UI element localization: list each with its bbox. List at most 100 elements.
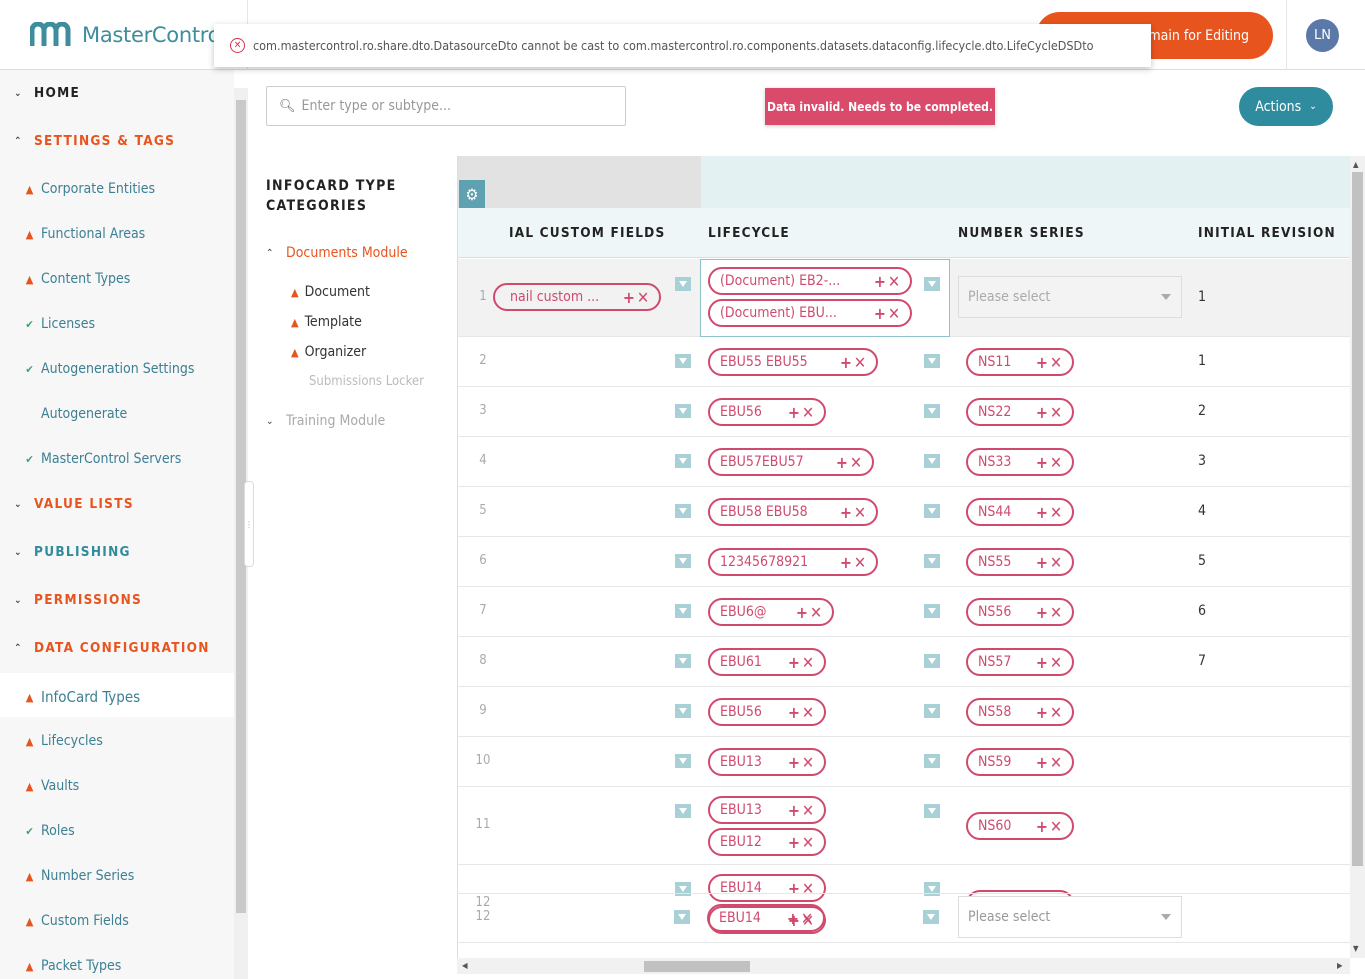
- number-series-pill[interactable]: NS33 +✕: [966, 448, 1074, 476]
- add-remove-icon[interactable]: +✕: [788, 879, 816, 898]
- lifecycle-pill[interactable]: EBU57EBU57 +✕: [708, 448, 874, 476]
- add-remove-icon[interactable]: +✕: [840, 553, 868, 572]
- dropdown-toggle[interactable]: [924, 454, 940, 468]
- dropdown-toggle[interactable]: [674, 910, 690, 924]
- sidebar-resize-handle[interactable]: ⋮: [244, 481, 254, 567]
- dropdown-toggle[interactable]: [924, 504, 940, 518]
- dropdown-toggle[interactable]: [675, 704, 691, 718]
- add-remove-icon[interactable]: +✕: [787, 909, 815, 928]
- grid-horizontal-scrollbar[interactable]: [457, 958, 1350, 974]
- table-row[interactable]: [458, 943, 1350, 958]
- sidebar-item-mastercontrol-servers[interactable]: ✔ MasterControl Servers: [24, 451, 181, 467]
- add-remove-icon[interactable]: +✕: [796, 603, 824, 622]
- add-remove-icon[interactable]: +✕: [623, 288, 651, 307]
- lifecycle-pill[interactable]: EBU6@ +✕: [708, 598, 834, 626]
- sidebar-section-data-configuration[interactable]: ⌃ DATA CONFIGURATION: [14, 640, 210, 656]
- custom-field-pill[interactable]: nail custom ... +✕: [493, 283, 661, 311]
- table-row[interactable]: 2 EBU55 EBU55 +✕ NS11 +✕ 1: [458, 337, 1350, 387]
- lifecycle-pill[interactable]: 12345678921 +✕: [708, 548, 878, 576]
- column-header-initial-revision[interactable]: INITIAL REVISION: [1198, 225, 1336, 241]
- column-header-lifecycle[interactable]: LIFECYCLE: [708, 225, 790, 241]
- category-item-template[interactable]: ▲ Template: [291, 314, 362, 330]
- dropdown-toggle[interactable]: [924, 654, 940, 668]
- dropdown-toggle[interactable]: [924, 804, 940, 818]
- add-remove-icon[interactable]: +✕: [1036, 403, 1064, 422]
- scroll-down-icon[interactable]: ▼: [1353, 944, 1359, 953]
- table-row[interactable]: 6 12345678921 +✕ NS55 +✕ 5: [458, 537, 1350, 587]
- sidebar-item-content-types[interactable]: ▲ Content Types: [24, 271, 131, 287]
- number-series-pill[interactable]: NS44 +✕: [966, 498, 1074, 526]
- number-series-pill[interactable]: NS60 +✕: [966, 812, 1074, 840]
- table-row[interactable]: 5 EBU58 EBU58 +✕ NS44 +✕ 4: [458, 487, 1350, 537]
- add-remove-icon[interactable]: +✕: [874, 272, 902, 291]
- number-series-select[interactable]: Please select: [958, 896, 1182, 938]
- actions-button[interactable]: Actions ⌄: [1239, 87, 1333, 126]
- add-remove-icon[interactable]: +✕: [1036, 503, 1064, 522]
- table-row[interactable]: 8 EBU61 +✕ NS57 +✕ 7: [458, 637, 1350, 687]
- add-remove-icon[interactable]: +✕: [1036, 817, 1064, 836]
- dropdown-toggle[interactable]: [675, 504, 691, 518]
- sidebar-section-home[interactable]: ⌄ HOME: [14, 85, 80, 101]
- dropdown-toggle[interactable]: [675, 604, 691, 618]
- scroll-right-icon[interactable]: ▶: [1337, 961, 1343, 970]
- lifecycle-pill[interactable]: EBU13 +✕: [708, 796, 826, 824]
- scroll-up-icon[interactable]: ▲: [1353, 160, 1359, 169]
- table-row[interactable]: 3 EBU56 +✕ NS22 +✕ 2: [458, 387, 1350, 437]
- sidebar-item-licenses[interactable]: ✔ Licenses: [24, 316, 95, 332]
- sidebar-item-custom-fields[interactable]: ▲ Custom Fields: [24, 913, 129, 929]
- column-header-custom-fields[interactable]: IAL CUSTOM FIELDS: [509, 225, 665, 241]
- sidebar-item-lifecycles[interactable]: ▲ Lifecycles: [24, 733, 103, 749]
- add-remove-icon[interactable]: +✕: [1036, 603, 1064, 622]
- lifecycle-pill[interactable]: EBU13 +✕: [708, 748, 826, 776]
- table-row[interactable]: 12 EBU14+✕ +✕ Please select +✕: [458, 865, 1350, 943]
- add-remove-icon[interactable]: +✕: [788, 703, 816, 722]
- add-remove-icon[interactable]: +✕: [874, 304, 902, 323]
- add-remove-icon[interactable]: +✕: [1036, 653, 1064, 672]
- table-row[interactable]: 9 EBU56 +✕ NS58 +✕: [458, 687, 1350, 737]
- dropdown-toggle[interactable]: [675, 277, 691, 291]
- number-series-select[interactable]: Please select: [958, 276, 1182, 318]
- sidebar-item-infocard-types[interactable]: ▲ InfoCard Types: [24, 688, 140, 706]
- grid-vertical-scrollbar-thumb[interactable]: [1352, 172, 1363, 866]
- category-item-submissions-locker[interactable]: Submissions Locker: [309, 374, 424, 389]
- dropdown-toggle[interactable]: [675, 654, 691, 668]
- lifecycle-pill[interactable]: EBU55 EBU55 +✕: [708, 348, 878, 376]
- dropdown-toggle[interactable]: [675, 404, 691, 418]
- sidebar-section-settings-tags[interactable]: ⌃ SETTINGS & TAGS: [14, 133, 175, 149]
- user-avatar[interactable]: LN: [1306, 19, 1339, 52]
- dropdown-toggle[interactable]: [675, 754, 691, 768]
- number-series-pill[interactable]: NS11 +✕: [966, 348, 1074, 376]
- add-remove-icon[interactable]: +✕: [788, 801, 816, 820]
- sidebar-item-packet-types[interactable]: ▲ Packet Types: [24, 958, 122, 974]
- add-remove-icon[interactable]: +✕: [840, 353, 868, 372]
- lifecycle-pill[interactable]: EBU56 +✕: [708, 398, 826, 426]
- search-input[interactable]: 🔍︎ Enter type or subtype...: [266, 86, 626, 126]
- sidebar-section-publishing[interactable]: ⌄ PUBLISHING: [14, 544, 131, 560]
- add-remove-icon[interactable]: +✕: [836, 453, 864, 472]
- number-series-pill[interactable]: NS59 +✕: [966, 748, 1074, 776]
- number-series-pill[interactable]: NS57 +✕: [966, 648, 1074, 676]
- sidebar-item-corporate-entities[interactable]: ▲ Corporate Entities: [24, 181, 155, 197]
- sidebar-item-autogenerate[interactable]: Autogenerate: [24, 406, 127, 422]
- add-remove-icon[interactable]: +✕: [1036, 453, 1064, 472]
- mastercontrol-logo[interactable]: MasterControl: [29, 21, 226, 48]
- sidebar-section-value-lists[interactable]: ⌄ VALUE LISTS: [14, 496, 134, 512]
- lifecycle-pill[interactable]: (Document) EBU... +✕: [708, 299, 912, 327]
- category-training-module[interactable]: ⌄ Training Module: [266, 413, 385, 429]
- sidebar-section-permissions[interactable]: ⌄ PERMISSIONS: [14, 592, 142, 608]
- dropdown-toggle[interactable]: [675, 454, 691, 468]
- category-item-organizer[interactable]: ▲ Organizer: [291, 344, 366, 360]
- dropdown-toggle[interactable]: [675, 804, 691, 818]
- table-row[interactable]: 10 EBU13 +✕ NS59 +✕: [458, 737, 1350, 787]
- sidebar-item-roles[interactable]: ✔ Roles: [24, 823, 74, 839]
- table-row[interactable]: 7 EBU6@ +✕ NS56 +✕ 6: [458, 587, 1350, 637]
- number-series-pill[interactable]: NS22 +✕: [966, 398, 1074, 426]
- table-row[interactable]: 1 nail custom ... +✕ (Document) EB2-... +✕…: [458, 259, 1350, 337]
- table-row[interactable]: 4 EBU57EBU57 +✕ NS33 +✕ 3: [458, 437, 1350, 487]
- add-remove-icon[interactable]: +✕: [1036, 353, 1064, 372]
- number-series-pill[interactable]: NS55 +✕: [966, 548, 1074, 576]
- grid-horizontal-scrollbar-thumb[interactable]: [644, 961, 750, 972]
- add-remove-icon[interactable]: +✕: [1036, 753, 1064, 772]
- lifecycle-pill[interactable]: EBU12 +✕: [708, 828, 826, 856]
- add-remove-icon[interactable]: +✕: [1036, 703, 1064, 722]
